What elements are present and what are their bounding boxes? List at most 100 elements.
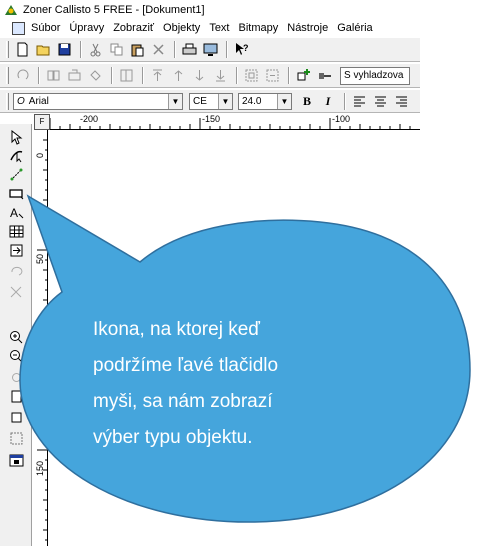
font-name-select[interactable]: O Arial ▼ [13,92,183,110]
pointer-tool[interactable] [7,129,25,145]
ruler-label: 100 [35,354,45,370]
distribute-button[interactable] [263,67,281,85]
text-tool[interactable]: A [7,204,25,220]
scissors-icon [90,43,100,57]
align-icon [245,69,257,82]
node-edit-tool[interactable] [7,147,25,163]
document-icon[interactable] [12,21,25,35]
ruler-label: -150 [202,114,221,124]
print-preview-button[interactable] [201,41,219,59]
paste-button[interactable] [128,41,146,59]
page-icon [11,390,21,402]
remove-node-button[interactable] [315,67,333,85]
menu-view[interactable]: Zobraziť [113,22,154,34]
print-button[interactable] [180,41,198,59]
font-name-value: Arial [28,95,49,107]
toolbar-separator [226,41,228,58]
insert-object-tool[interactable] [7,242,25,258]
bold-button[interactable]: B [298,92,316,110]
transform-tool[interactable] [7,284,25,300]
chevron-down-icon[interactable]: ▼ [168,93,182,109]
table-tool[interactable] [7,223,25,239]
charset-select[interactable]: CE ▼ [189,92,233,110]
delete-x-icon [152,44,164,55]
svg-text:A: A [10,206,18,220]
transform-icon [10,286,21,297]
align-right-icon [395,96,407,106]
open-folder-icon [36,45,49,56]
align-left-button[interactable] [350,92,368,110]
tool-palette: A [0,124,32,546]
save-disk-icon [58,43,70,56]
menu-edit[interactable]: Úpravy [69,22,104,34]
smoothing-field[interactable]: S vyhladzova [340,66,410,85]
page-tool[interactable] [7,388,25,404]
arrow-pointer-icon [11,129,22,145]
align-right-button[interactable] [392,92,410,110]
align-button[interactable] [242,67,260,85]
help-arrow-icon: ? [235,43,249,55]
zoom-tool[interactable] [7,329,25,345]
curve-tool[interactable] [7,166,25,182]
font-size-select[interactable]: 24.0 ▼ [238,92,292,110]
toolbar-grip[interactable] [6,67,9,84]
window-view-tool[interactable] [7,452,25,468]
zoom-out-tool[interactable] [7,348,25,364]
menu-objects[interactable]: Objekty [163,22,200,34]
select-area-tool[interactable] [7,430,25,446]
callisto-app-icon [5,4,17,15]
arrow-top-icon [152,69,162,81]
cut-button[interactable] [86,41,104,59]
toolbar-separator [344,92,346,110]
add-node-button[interactable] [294,67,312,85]
italic-button[interactable]: I [319,92,337,110]
chevron-down-icon[interactable]: ▼ [218,93,232,109]
group-icon [47,70,59,81]
new-button[interactable] [13,41,31,59]
pan-icon [11,372,21,382]
toolbar-separator [80,41,82,58]
toolbar-separator [236,67,238,84]
menu-text[interactable]: Text [209,22,229,34]
ruler-corner[interactable]: F [34,114,50,130]
to-back-button[interactable] [211,67,229,85]
menu-gallery[interactable]: Galéria [337,22,372,34]
undo-curve-button[interactable] [13,67,31,85]
toolbar-separator [142,67,144,84]
text-format-toolbar: O Arial ▼ CE ▼ 24.0 ▼ B I [0,89,420,113]
forward-button[interactable] [169,67,187,85]
menu-tools[interactable]: Nástroje [287,22,328,34]
toolbar-grip[interactable] [6,41,9,58]
menu-bitmaps[interactable]: Bitmapy [239,22,279,34]
align-center-button[interactable] [371,92,389,110]
ungroup-icon [68,69,80,81]
align-center-icon [374,96,386,106]
chevron-down-icon[interactable]: ▼ [277,93,291,109]
to-front-button[interactable] [148,67,166,85]
rectangle-tool[interactable] [7,185,25,201]
charset-value: CE [193,95,207,107]
pan-tool[interactable] [7,369,25,385]
context-help-button[interactable]: ? [232,41,250,59]
toolbar-separator [111,67,113,84]
fit-tool[interactable] [7,409,25,425]
undo-tool[interactable] [7,263,25,279]
toolbar-grip[interactable] [6,92,9,110]
toolbar-separator [288,67,290,84]
delete-button[interactable] [149,41,167,59]
copy-button[interactable] [107,41,125,59]
combine-button[interactable] [86,67,104,85]
ungroup-button[interactable] [65,67,83,85]
svg-text:?: ? [243,43,249,53]
callout-line: myši, sa nám zobrazí [93,391,273,412]
order-button[interactable] [117,67,135,85]
printer-icon [182,43,196,55]
group-button[interactable] [44,67,62,85]
save-button[interactable] [55,41,73,59]
copy-icon [110,43,122,56]
open-button[interactable] [34,41,52,59]
zoom-in-icon [9,330,22,343]
backward-button[interactable] [190,67,208,85]
ruler-label: 150 [35,460,45,476]
menu-file[interactable]: Súbor [31,22,60,34]
